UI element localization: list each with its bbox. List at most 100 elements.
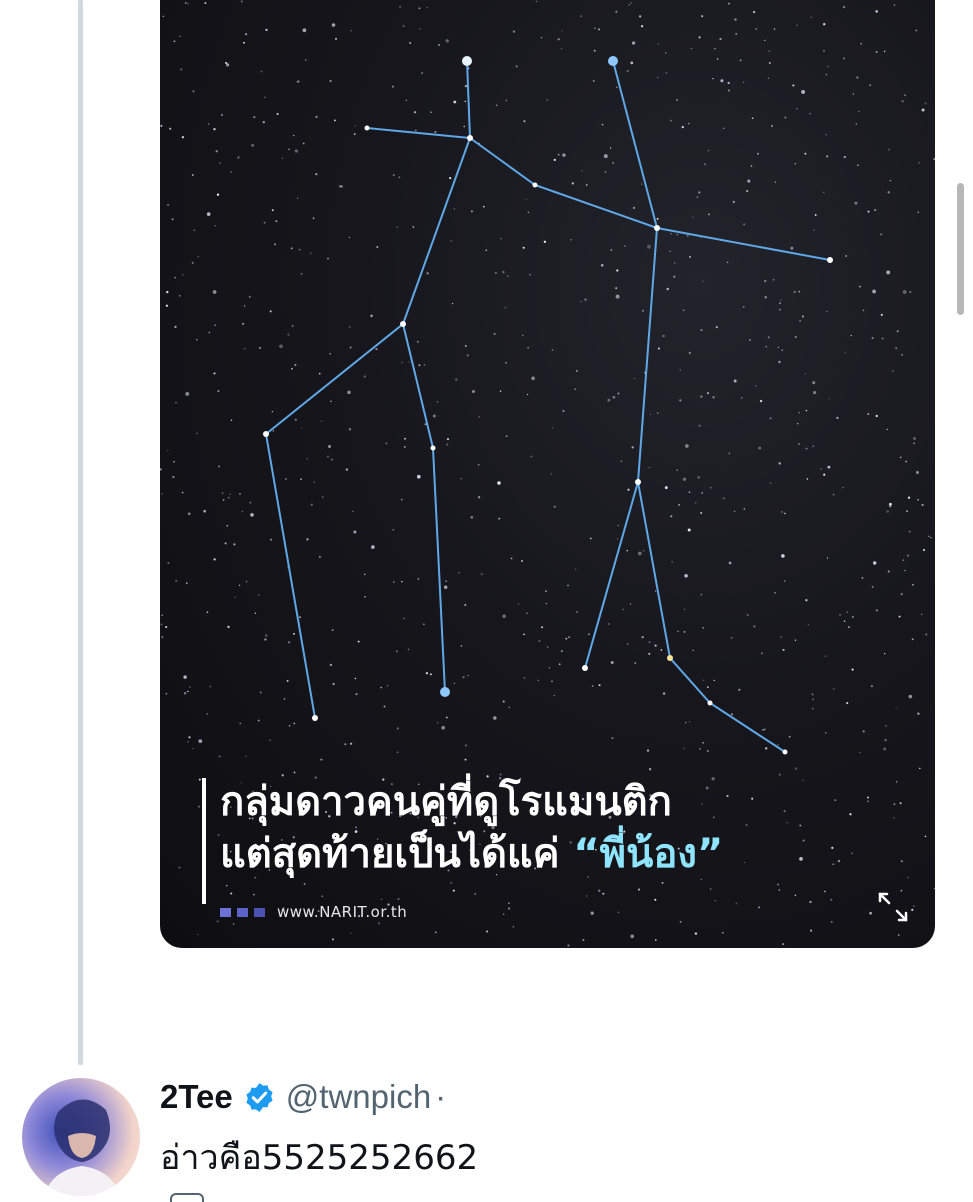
background-star (363, 573, 366, 576)
background-star (493, 716, 497, 720)
background-star (657, 43, 660, 45)
background-star (823, 191, 825, 193)
background-star (245, 580, 248, 583)
background-star (788, 735, 791, 738)
background-star (908, 694, 913, 699)
background-star (924, 835, 927, 838)
background-star (687, 528, 691, 532)
background-star (215, 150, 218, 153)
display-name[interactable]: 2Tee (160, 1078, 233, 1116)
background-star (436, 722, 439, 724)
background-star (423, 623, 425, 625)
source-url: www.NARIT.or.th (277, 903, 408, 921)
background-star (161, 492, 164, 495)
background-star (512, 30, 516, 33)
background-star (826, 310, 828, 313)
background-star (772, 278, 775, 281)
background-star (244, 33, 248, 36)
background-star (588, 633, 590, 636)
background-star (174, 276, 176, 279)
background-star (165, 625, 168, 629)
background-star (880, 233, 883, 236)
background-star (349, 742, 353, 745)
background-star (313, 481, 316, 483)
background-star (419, 28, 421, 30)
background-star (287, 333, 290, 336)
background-star (293, 771, 296, 774)
background-star (648, 641, 651, 643)
background-star (288, 724, 291, 727)
background-star (426, 272, 429, 275)
background-star (522, 334, 524, 337)
background-star (684, 721, 687, 724)
background-star (179, 35, 181, 37)
background-star (462, 676, 465, 679)
background-star (648, 466, 650, 469)
background-star (813, 391, 817, 395)
tweet-media-image[interactable]: กลุ่มดาวคนคู่ที่ดูโรแมนติก แต่สุดท้ายเป็… (160, 0, 935, 948)
user-handle[interactable]: @twnpich (286, 1078, 431, 1116)
background-star (648, 652, 651, 655)
background-star (291, 367, 293, 370)
background-star (893, 816, 895, 819)
background-star (742, 81, 745, 84)
background-star (825, 134, 827, 136)
background-star (293, 633, 295, 635)
reply-icon[interactable] (170, 1193, 204, 1202)
background-star (527, 347, 529, 349)
background-star (326, 455, 329, 458)
background-star (183, 675, 187, 679)
background-star (912, 905, 915, 907)
background-star (161, 614, 163, 617)
background-star (438, 43, 441, 47)
background-star (270, 538, 272, 541)
scrollbar-thumb[interactable] (957, 183, 964, 315)
background-star (348, 236, 351, 239)
background-star (657, 76, 659, 79)
background-star (349, 346, 352, 349)
background-star (632, 206, 636, 210)
background-star (755, 28, 758, 30)
background-star (423, 363, 426, 366)
background-star (843, 620, 846, 622)
background-star (620, 460, 623, 462)
background-star (688, 491, 691, 494)
background-star (727, 81, 730, 85)
caption-quoted-word: “พี่น้อง” (573, 831, 724, 877)
background-star (746, 613, 749, 617)
background-star (813, 229, 815, 231)
caption-accent-bar (202, 778, 206, 904)
background-star (233, 543, 236, 546)
background-star (494, 271, 497, 275)
background-star (784, 116, 787, 119)
background-star (197, 933, 199, 936)
background-star (185, 391, 190, 396)
background-star (300, 478, 303, 481)
tweet-text: อ่าวคือ5525252662 (160, 1138, 479, 1178)
background-star (631, 41, 636, 45)
background-star (884, 739, 887, 742)
background-star (867, 800, 869, 802)
background-star (302, 28, 307, 33)
background-star (183, 692, 187, 695)
background-star (671, 561, 673, 563)
background-star (254, 612, 257, 614)
background-star (875, 10, 878, 13)
background-star (713, 679, 715, 682)
avatar[interactable] (22, 1078, 140, 1196)
background-star (290, 247, 293, 250)
expand-arrows-icon[interactable] (876, 890, 910, 924)
background-star (901, 353, 904, 356)
background-star (594, 27, 596, 29)
background-star (881, 337, 884, 340)
background-star (700, 329, 703, 332)
background-star (875, 609, 878, 612)
background-star (909, 290, 912, 294)
background-star (733, 379, 737, 383)
background-star (161, 635, 164, 639)
background-star (654, 898, 657, 901)
background-star (464, 84, 468, 88)
background-star (498, 517, 501, 520)
background-star (272, 430, 275, 432)
background-star (866, 796, 870, 799)
